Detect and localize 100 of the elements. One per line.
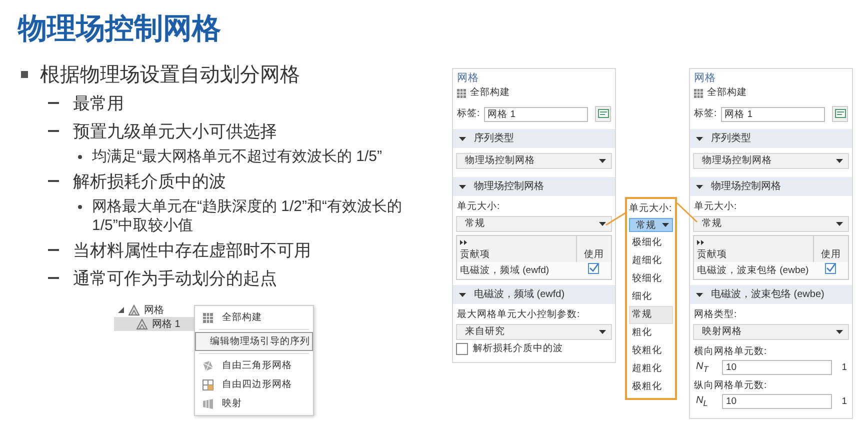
field-label: 标签: [457, 108, 480, 120]
section-header[interactable]: 电磁波，频域 (ewfd) [453, 285, 615, 304]
caret-icon [836, 159, 843, 163]
menu-item[interactable]: 自由四边形网格 [195, 375, 313, 394]
table-cell: 电磁波，频域 (ewfd) [456, 262, 576, 280]
caret-icon [662, 223, 669, 227]
menu-item-icon [202, 378, 214, 390]
comment-button[interactable] [595, 106, 611, 122]
dropdown-option[interactable]: 常规 [629, 306, 673, 324]
dropdown-option[interactable]: 粗化 [629, 324, 673, 342]
grid-icon [694, 88, 703, 98]
build-all-link[interactable]: 全部构建 [707, 87, 747, 99]
symbol-label: N$_{T}$ [695, 360, 710, 374]
field-label: 单元大小: [629, 202, 672, 216]
checkbox[interactable] [588, 263, 600, 274]
dash-icon [48, 130, 59, 132]
tree-item[interactable]: 网格 1 [114, 317, 194, 331]
bullet-text: 预置九级单元大小可供选择 [73, 121, 277, 143]
bullet-text: 根据物理场设置自动划分网格 [40, 63, 300, 88]
dropdown-option[interactable]: 超细化 [629, 252, 673, 270]
dropdown[interactable]: 物理场控制网格 [456, 153, 612, 169]
section-header[interactable]: 物理场控制网格 [690, 177, 852, 196]
menu-item[interactable]: 全部构建 [195, 308, 313, 327]
bullet-text: 均满足“最大网格单元不超过有效波长的 1/5” [92, 147, 384, 166]
field-label: 标签: [694, 108, 717, 120]
grid-icon [457, 88, 466, 98]
field-label: 网格类型: [693, 308, 738, 321]
tree-item[interactable]: 网格 [114, 303, 194, 317]
bullet-text: 通常可作为手动划分的起点 [73, 268, 277, 290]
field-label: 最大网格单元大小控制参数: [456, 308, 581, 321]
dash-icon [48, 180, 59, 182]
dropdown-option[interactable]: 极细化 [629, 234, 673, 252]
comment-button[interactable] [832, 106, 848, 122]
panel-heading: 网格 [456, 72, 480, 84]
label-field[interactable]: 网格 1 [720, 106, 825, 122]
dot-icon [78, 205, 82, 209]
note-icon [834, 109, 846, 119]
table-cell: 电磁波，波束包络 (ewbe) [694, 262, 814, 280]
dropdown-option[interactable]: 超粗化 [629, 360, 673, 378]
dropdown-option[interactable]: 细化 [629, 288, 673, 306]
dot-icon [78, 155, 82, 159]
dash-icon [48, 249, 59, 251]
menu-item-icon [202, 312, 214, 324]
number-field[interactable]: 10 [722, 360, 832, 375]
dropdown-option[interactable]: 极粗化 [629, 378, 673, 396]
dropdown[interactable]: 来自研究 [456, 324, 612, 340]
dropdown-option[interactable]: 较细化 [629, 270, 673, 288]
dash-icon [48, 277, 59, 279]
unit-label: 1 [842, 362, 848, 374]
tree-label: 网格 1 [152, 318, 180, 331]
mesh-icon [128, 304, 140, 316]
bullet-text: 网格最大单元在“趋肤深度的 1/2”和“有效波长的 1/5”中取较小值 [92, 197, 404, 235]
checkbox[interactable] [825, 263, 836, 274]
caret-icon [599, 159, 606, 163]
caret-icon [599, 330, 606, 334]
section-header[interactable]: 序列类型 [690, 129, 852, 148]
section-header[interactable]: 电磁波，波束包络 (ewbe) [690, 285, 852, 304]
section-header[interactable]: 序列类型 [453, 129, 615, 148]
note-icon [598, 109, 608, 119]
bullet-icon [21, 71, 28, 78]
caret-icon [836, 222, 843, 226]
dropdown[interactable]: 映射网格 [693, 324, 849, 340]
slide-title: 物理场控制网格 [18, 14, 221, 44]
field-label: 单元大小: [693, 200, 738, 213]
column-header: 使用 [814, 236, 848, 262]
field-label: 横向网格单元数: [693, 345, 768, 358]
expand-columns-icon [460, 240, 467, 245]
dropdown[interactable]: 物理场控制网格 [693, 153, 849, 169]
bullet-text: 解析损耗介质中的波 [73, 171, 226, 193]
menu-item-icon [202, 398, 214, 410]
field-label: 纵向网格单元数: [693, 379, 768, 392]
number-field[interactable]: 10 [722, 394, 832, 409]
build-all-link[interactable]: 全部构建 [470, 87, 510, 99]
mesh-icon [136, 318, 148, 330]
dropdown[interactable]: 常规 [629, 218, 673, 232]
dash-icon [48, 102, 59, 104]
dropdown[interactable]: 常规 [693, 216, 849, 232]
column-title: 贡献项 [697, 249, 727, 260]
bullet-text: 最常用 [73, 93, 124, 115]
field-label: 单元大小: [456, 200, 501, 213]
bullet-text: 当材料属性中存在虚部时不可用 [73, 240, 311, 262]
checkbox[interactable] [456, 343, 468, 355]
caret-icon [599, 222, 606, 226]
column-header: 使用 [576, 236, 612, 262]
dropdown-option[interactable]: 较粗化 [629, 342, 673, 360]
section-header[interactable]: 物理场控制网格 [453, 177, 615, 196]
checkbox-label: 解析损耗介质中的波 [473, 343, 563, 355]
menu-item[interactable]: 映射 [195, 394, 313, 413]
menu-item[interactable]: 编辑物理场引导的序列 [195, 332, 313, 351]
label-field[interactable]: 网格 1 [484, 106, 588, 122]
menu-item-icon [202, 360, 214, 372]
tree-label: 网格 [144, 304, 164, 317]
column-title: 贡献项 [460, 249, 490, 260]
menu-item[interactable]: 自由三角形网格 [195, 356, 313, 375]
unit-label: 1 [842, 396, 848, 408]
dropdown[interactable]: 常规 [456, 216, 612, 232]
caret-icon [836, 330, 843, 334]
expand-columns-icon [697, 240, 704, 245]
symbol-label: N$_{L}$ [695, 394, 709, 408]
panel-heading: 网格 [693, 72, 717, 84]
